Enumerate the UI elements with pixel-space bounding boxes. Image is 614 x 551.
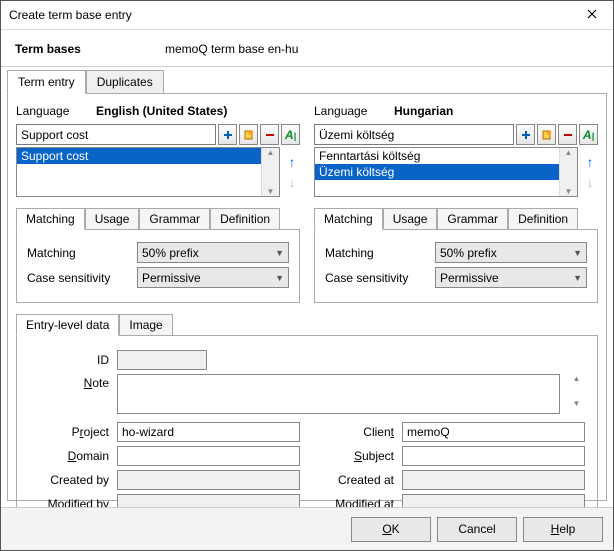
client-label: Client	[314, 425, 394, 439]
wildcard-icon: A|	[285, 128, 296, 142]
copy-star-icon	[541, 129, 553, 141]
add-icon	[520, 129, 532, 141]
source-tab-usage[interactable]: Usage	[85, 208, 140, 230]
target-case-label: Case sensitivity	[325, 271, 435, 285]
subject-input[interactable]	[402, 446, 585, 466]
created-by-label: Created by	[29, 473, 109, 487]
source-terms-listbox[interactable]: Support cost ▲▼	[16, 147, 280, 197]
target-move-down-button[interactable]: ↓	[587, 175, 594, 189]
target-tab-grammar[interactable]: Grammar	[437, 208, 508, 230]
chevron-down-icon: ▼	[275, 273, 284, 283]
project-input[interactable]	[117, 422, 300, 442]
source-language-label: Language	[16, 104, 96, 118]
note-label: Note	[29, 374, 109, 390]
target-language-label: Language	[314, 104, 394, 118]
tab-image[interactable]: Image	[119, 314, 172, 336]
tab-term-entry-panel: Language English (United States)	[7, 93, 607, 501]
source-move-down-button[interactable]: ↓	[289, 175, 296, 189]
list-item[interactable]: Fenntartási költség	[315, 148, 577, 164]
target-tab-usage[interactable]: Usage	[383, 208, 438, 230]
source-language-value: English (United States)	[96, 104, 227, 118]
term-bases-label: Term bases	[15, 42, 165, 56]
note-textarea[interactable]	[117, 374, 560, 414]
source-add-term-button[interactable]	[218, 124, 237, 145]
target-term-input[interactable]	[314, 124, 514, 145]
chevron-down-icon: ▼	[275, 248, 284, 258]
subject-label: Subject	[314, 449, 394, 463]
id-label: ID	[29, 353, 109, 367]
source-copy-term-button[interactable]	[239, 124, 258, 145]
project-label: Project	[29, 425, 109, 439]
source-matching-combo[interactable]: 50% prefix ▼	[137, 242, 289, 263]
client-input[interactable]	[402, 422, 585, 442]
list-item[interactable]: Üzemi költség	[315, 164, 577, 180]
domain-input[interactable]	[117, 446, 300, 466]
copy-star-icon	[243, 129, 255, 141]
tab-duplicates[interactable]: Duplicates	[86, 70, 164, 94]
target-copy-term-button[interactable]	[537, 124, 556, 145]
scrollbar[interactable]: ▲▼	[568, 374, 585, 408]
source-case-label: Case sensitivity	[27, 271, 137, 285]
close-icon	[587, 8, 597, 22]
remove-icon	[562, 129, 574, 141]
scrollbar[interactable]: ▲▼	[559, 148, 577, 196]
tab-term-entry[interactable]: Term entry	[7, 70, 86, 94]
target-remove-term-button[interactable]	[558, 124, 577, 145]
cancel-button[interactable]: Cancel	[437, 517, 517, 542]
target-tab-matching[interactable]: Matching	[314, 208, 383, 230]
entry-level-data-panel: ID Note ▲▼ Project Domain	[16, 335, 598, 533]
main-tabstrip: Term entry Duplicates	[7, 69, 607, 93]
scrollbar[interactable]: ▲▼	[261, 148, 279, 196]
target-matching-label: Matching	[325, 246, 435, 260]
source-wildcard-button[interactable]: A|	[281, 124, 300, 145]
source-tab-grammar[interactable]: Grammar	[139, 208, 210, 230]
source-matching-panel: Matching 50% prefix ▼ Case sensitivity P…	[16, 229, 300, 303]
id-field	[117, 350, 207, 370]
target-add-term-button[interactable]	[516, 124, 535, 145]
dialog-button-bar: OK Cancel Help	[1, 507, 613, 550]
titlebar: Create term base entry	[1, 1, 613, 30]
source-matching-label: Matching	[27, 246, 137, 260]
source-term-input[interactable]	[16, 124, 216, 145]
window-title: Create term base entry	[9, 8, 571, 22]
chevron-down-icon: ▼	[573, 273, 582, 283]
created-at-field	[402, 470, 585, 490]
target-terms-listbox[interactable]: Fenntartási költség Üzemi költség ▲▼	[314, 147, 578, 197]
dialog-create-term-base-entry: Create term base entry Term bases memoQ …	[0, 0, 614, 551]
remove-icon	[264, 129, 276, 141]
help-button[interactable]: Help	[523, 517, 603, 542]
target-case-combo[interactable]: Permissive ▼	[435, 267, 587, 288]
target-move-up-button[interactable]: ↑	[587, 155, 594, 169]
source-language-pane: Language English (United States)	[16, 104, 300, 303]
target-matching-panel: Matching 50% prefix ▼ Case sensitivity P…	[314, 229, 598, 303]
source-tab-matching[interactable]: Matching	[16, 208, 85, 230]
created-at-label: Created at	[314, 473, 394, 487]
chevron-down-icon: ▼	[573, 248, 582, 258]
wildcard-icon: A|	[583, 128, 594, 142]
source-tab-definition[interactable]: Definition	[210, 208, 280, 230]
term-bases-header: Term bases memoQ term base en-hu	[1, 30, 613, 67]
close-button[interactable]	[571, 1, 613, 29]
target-language-pane: Language Hungarian	[314, 104, 598, 303]
ok-button[interactable]: OK	[351, 517, 431, 542]
target-wildcard-button[interactable]: A|	[579, 124, 598, 145]
created-by-field	[117, 470, 300, 490]
add-icon	[222, 129, 234, 141]
domain-label: Domain	[29, 449, 109, 463]
target-matching-combo[interactable]: 50% prefix ▼	[435, 242, 587, 263]
source-move-up-button[interactable]: ↑	[289, 155, 296, 169]
list-item[interactable]: Support cost	[17, 148, 279, 164]
source-case-combo[interactable]: Permissive ▼	[137, 267, 289, 288]
tab-entry-level-data[interactable]: Entry-level data	[16, 314, 119, 336]
term-base-name: memoQ term base en-hu	[165, 42, 298, 56]
target-language-value: Hungarian	[394, 104, 453, 118]
target-tab-definition[interactable]: Definition	[508, 208, 578, 230]
source-remove-term-button[interactable]	[260, 124, 279, 145]
